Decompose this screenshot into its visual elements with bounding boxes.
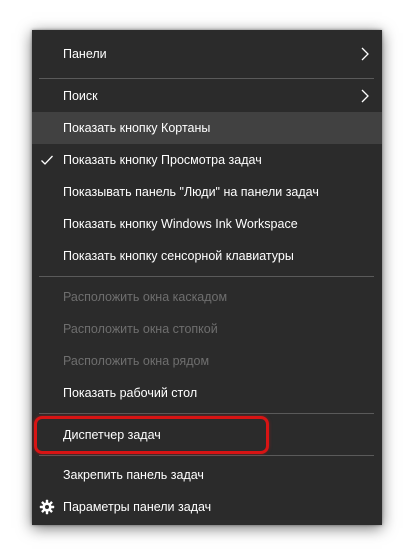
menu-item-show-people-panel[interactable]: Показывать панель "Люди" на панели задач (32, 176, 382, 208)
chevron-right-icon (361, 47, 369, 61)
gear-icon (39, 499, 55, 515)
menu-item-label: Расположить окна каскадом (63, 290, 228, 304)
menu-item-label: Расположить окна рядом (63, 354, 210, 368)
menu-item-label: Расположить окна стопкой (63, 322, 218, 336)
menu-item-label: Закрепить панель задач (63, 468, 204, 482)
menu-item-label: Показать кнопку сенсорной клавиатуры (63, 249, 294, 263)
menu-separator (39, 276, 374, 277)
checkmark-icon (41, 155, 53, 165)
highlight-annotation (34, 416, 269, 454)
menu-item-panels[interactable]: Панели (32, 38, 382, 70)
menu-item-label: Параметры панели задач (63, 500, 212, 514)
menu-item-show-desktop[interactable]: Показать рабочий стол (32, 377, 382, 409)
menu-item-side-by-side-windows: Расположить окна рядом (32, 345, 382, 377)
menu-item-stack-windows: Расположить окна стопкой (32, 313, 382, 345)
menu-item-label: Показать кнопку Windows Ink Workspace (63, 217, 298, 231)
menu-item-cascade-windows: Расположить окна каскадом (32, 281, 382, 313)
chevron-right-icon (361, 89, 369, 103)
menu-item-label: Панели (63, 47, 107, 61)
menu-item-show-ink-workspace-button[interactable]: Показать кнопку Windows Ink Workspace (32, 208, 382, 240)
menu-item-show-cortana-button[interactable]: Показать кнопку Кортаны (32, 112, 382, 144)
menu-separator (39, 455, 374, 456)
menu-item-lock-taskbar[interactable]: Закрепить панель задач (32, 459, 382, 491)
menu-item-search[interactable]: Поиск (32, 80, 382, 112)
menu-item-show-touch-keyboard-button[interactable]: Показать кнопку сенсорной клавиатуры (32, 240, 382, 272)
menu-item-show-task-view-button[interactable]: Показать кнопку Просмотра задач (32, 144, 382, 176)
menu-separator (39, 78, 374, 79)
menu-separator (39, 413, 374, 414)
menu-item-label: Показать кнопку Кортаны (63, 121, 211, 135)
menu-item-taskbar-settings[interactable]: Параметры панели задач (32, 491, 382, 523)
menu-item-label: Показать рабочий стол (63, 386, 198, 400)
menu-item-label: Показывать панель "Люди" на панели задач (63, 185, 319, 199)
menu-item-label: Поиск (63, 89, 98, 103)
menu-item-label: Показать кнопку Просмотра задач (63, 153, 262, 167)
